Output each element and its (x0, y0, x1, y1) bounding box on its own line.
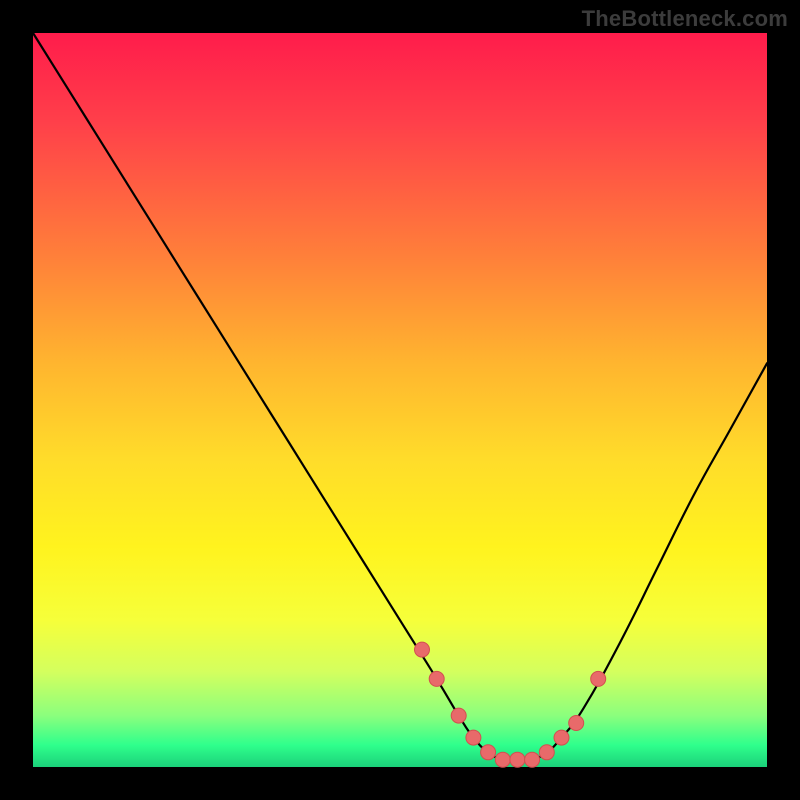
chart-frame: TheBottleneck.com (0, 0, 800, 800)
marker-point (481, 745, 496, 760)
chart-svg (33, 33, 767, 767)
marker-point (554, 730, 569, 745)
marker-point (415, 642, 430, 657)
marker-point (429, 671, 444, 686)
marker-point (451, 708, 466, 723)
marker-point (569, 716, 584, 731)
bottleneck-curve (33, 33, 767, 760)
marker-point (495, 752, 510, 767)
watermark-text: TheBottleneck.com (582, 6, 788, 32)
plot-area (33, 33, 767, 767)
marker-point (510, 752, 525, 767)
marker-point (466, 730, 481, 745)
marker-point (539, 745, 554, 760)
marker-point (591, 671, 606, 686)
marker-group (415, 642, 606, 767)
marker-point (525, 752, 540, 767)
